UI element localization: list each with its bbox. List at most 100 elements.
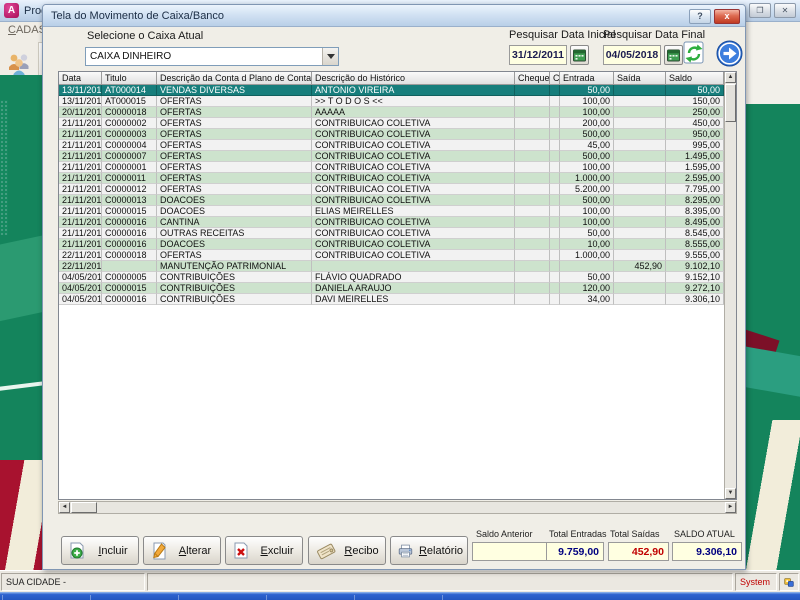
column-header[interactable]: Saldo: [666, 72, 724, 85]
column-header[interactable]: Descrição da Conta d Plano de Contas: [157, 72, 312, 85]
column-header[interactable]: Descrição do Histórico: [312, 72, 515, 85]
table-row[interactable]: 04/05/2018C0000016CONTRIBUIÇÕESDAVI MEIR…: [59, 294, 724, 305]
table-row[interactable]: 21/11/2012C0000015DOACOESELIAS MEIRELLES…: [59, 206, 724, 217]
table-row[interactable]: 22/11/2012MANUTENÇÃO PATRIMONIAL452,909.…: [59, 261, 724, 272]
table-cell: [515, 228, 550, 239]
table-cell: [614, 206, 666, 217]
table-row[interactable]: 21/11/2012C0000002OFERTASCONTRIBUICAO CO…: [59, 118, 724, 129]
column-header[interactable]: C: [550, 72, 560, 85]
table-cell: 21/11/2012: [59, 162, 102, 173]
scroll-up-icon[interactable]: ▲: [725, 72, 736, 83]
go-button[interactable]: [715, 39, 743, 67]
dialog-help-button[interactable]: ?: [689, 9, 711, 24]
relatorio-button[interactable]: Relatório: [390, 536, 468, 565]
main-restore-button[interactable]: ❐: [749, 3, 771, 18]
table-cell: 9.152,10: [666, 272, 724, 283]
table-cell: [614, 162, 666, 173]
caixa-combobox[interactable]: CAIXA DINHEIRO: [85, 47, 339, 66]
refresh-icon: [681, 40, 707, 66]
table-row[interactable]: 21/11/2012C0000016DOACOESCONTRIBUICAO CO…: [59, 239, 724, 250]
table-row[interactable]: 21/11/2012C0000012OFERTASCONTRIBUICAO CO…: [59, 184, 724, 195]
app-logo-icon: A: [4, 3, 19, 18]
table-cell: C0000016: [102, 239, 157, 250]
table-cell: C0000002: [102, 118, 157, 129]
caixa-label: Selecione o Caixa Atual: [87, 30, 203, 42]
data-inicial-label: Pesquisar Data Inicial: [509, 29, 615, 41]
edit-pencil-icon: [151, 542, 168, 560]
table-cell: 8.555,00: [666, 239, 724, 250]
table-cell: 21/11/2012: [59, 173, 102, 184]
table-cell: C0000018: [102, 250, 157, 261]
add-document-icon: [69, 542, 86, 560]
column-header[interactable]: Titulo: [102, 72, 157, 85]
table-cell: [614, 140, 666, 151]
column-header[interactable]: Saída: [614, 72, 666, 85]
main-close-button[interactable]: ✕: [774, 3, 796, 18]
dialog-titlebar[interactable]: Tela do Movimento de Caixa/Banco ? x: [43, 5, 745, 27]
refresh-button[interactable]: [679, 39, 709, 67]
table-row[interactable]: 04/05/2018C0000015CONTRIBUIÇÕESDANIELA A…: [59, 283, 724, 294]
chevron-down-icon: [327, 54, 335, 63]
data-final-field[interactable]: 04/05/2018: [603, 45, 661, 65]
dialog-close-button[interactable]: x: [714, 9, 740, 24]
column-header[interactable]: Cheque: [515, 72, 550, 85]
table-cell: 04/05/2018: [59, 294, 102, 305]
table-cell: CONTRIBUICAO COLETIVA: [312, 151, 515, 162]
table-cell: CONTRIBUICAO COLETIVA: [312, 228, 515, 239]
table-cell: 21/11/2012: [59, 195, 102, 206]
table-cell: 34,00: [560, 294, 614, 305]
data-inicial-calendar-button[interactable]: [570, 45, 589, 65]
horizontal-scrollbar[interactable]: ◄ ►: [58, 501, 737, 514]
horizontal-scrollbar-thumb[interactable]: [71, 502, 97, 513]
table-cell: C0000007: [102, 151, 157, 162]
table-row[interactable]: 21/11/2012C0000016CANTINACONTRIBUICAO CO…: [59, 217, 724, 228]
table-cell: 21/11/2012: [59, 118, 102, 129]
table-cell: [614, 151, 666, 162]
column-header[interactable]: Data: [59, 72, 102, 85]
excluir-button[interactable]: Excluir: [225, 536, 303, 565]
table-row[interactable]: 21/11/2012C0000003OFERTASCONTRIBUICAO CO…: [59, 129, 724, 140]
table-row[interactable]: 21/11/2012C0000007OFERTASCONTRIBUICAO CO…: [59, 151, 724, 162]
table-cell: 21/11/2012: [59, 239, 102, 250]
table-row[interactable]: 22/11/2012C0000018OFERTASCONTRIBUICAO CO…: [59, 250, 724, 261]
table-row[interactable]: 21/11/2012C0000016OUTRAS RECEITASCONTRIB…: [59, 228, 724, 239]
table-cell: [550, 239, 560, 250]
vertical-scrollbar[interactable]: ▲ ▼: [724, 72, 736, 499]
table-cell: [614, 184, 666, 195]
vertical-scrollbar-thumb[interactable]: [725, 84, 736, 122]
table-row[interactable]: 20/11/2012C0000018OFERTASAAAAA100,00250,…: [59, 107, 724, 118]
incluir-button[interactable]: Incluir: [61, 536, 139, 565]
table-cell: [515, 239, 550, 250]
data-inicial-field[interactable]: 31/12/2011: [509, 45, 567, 65]
table-row[interactable]: 13/11/2012AT000014VENDAS DIVERSASANTONIO…: [59, 85, 724, 96]
table-cell: 950,00: [666, 129, 724, 140]
delete-document-icon: [233, 542, 250, 560]
column-header[interactable]: Entrada: [560, 72, 614, 85]
table-cell: OFERTAS: [157, 96, 312, 107]
table-row[interactable]: 13/11/2012AT000015OFERTAS>> T O D O S <<…: [59, 96, 724, 107]
table-cell: 8.395,00: [666, 206, 724, 217]
taskbar[interactable]: [0, 592, 800, 600]
table-cell: [550, 107, 560, 118]
total-saidas-field: 452,90: [608, 542, 669, 561]
table-row[interactable]: 21/11/2012C0000001OFERTASCONTRIBUICAO CO…: [59, 162, 724, 173]
table-cell: 120,00: [560, 283, 614, 294]
recibo-button[interactable]: Recibo: [308, 536, 386, 565]
caixa-combobox-dropdown[interactable]: [322, 48, 338, 65]
table-row[interactable]: 21/11/2012C0000013DOACOESCONTRIBUICAO CO…: [59, 195, 724, 206]
table-cell: CONTRIBUIÇÕES: [157, 294, 312, 305]
table-row[interactable]: 04/05/2018C0000005CONTRIBUIÇÕESFLÁVIO QU…: [59, 272, 724, 283]
table-cell: CONTRIBUICAO COLETIVA: [312, 195, 515, 206]
table-cell: OFERTAS: [157, 107, 312, 118]
table-cell: 9.555,00: [666, 250, 724, 261]
scroll-left-icon[interactable]: ◄: [59, 502, 70, 513]
calendar-icon: [573, 49, 586, 62]
table-row[interactable]: 21/11/2012C0000004OFERTASCONTRIBUICAO CO…: [59, 140, 724, 151]
scroll-right-icon[interactable]: ►: [725, 502, 736, 513]
table-cell: 10,00: [560, 239, 614, 250]
table-row[interactable]: 21/11/2012C0000011OFERTASCONTRIBUICAO CO…: [59, 173, 724, 184]
table-cell: [550, 118, 560, 129]
table-cell: [614, 228, 666, 239]
scroll-down-icon[interactable]: ▼: [725, 488, 736, 499]
alterar-button[interactable]: Alterar: [143, 536, 221, 565]
